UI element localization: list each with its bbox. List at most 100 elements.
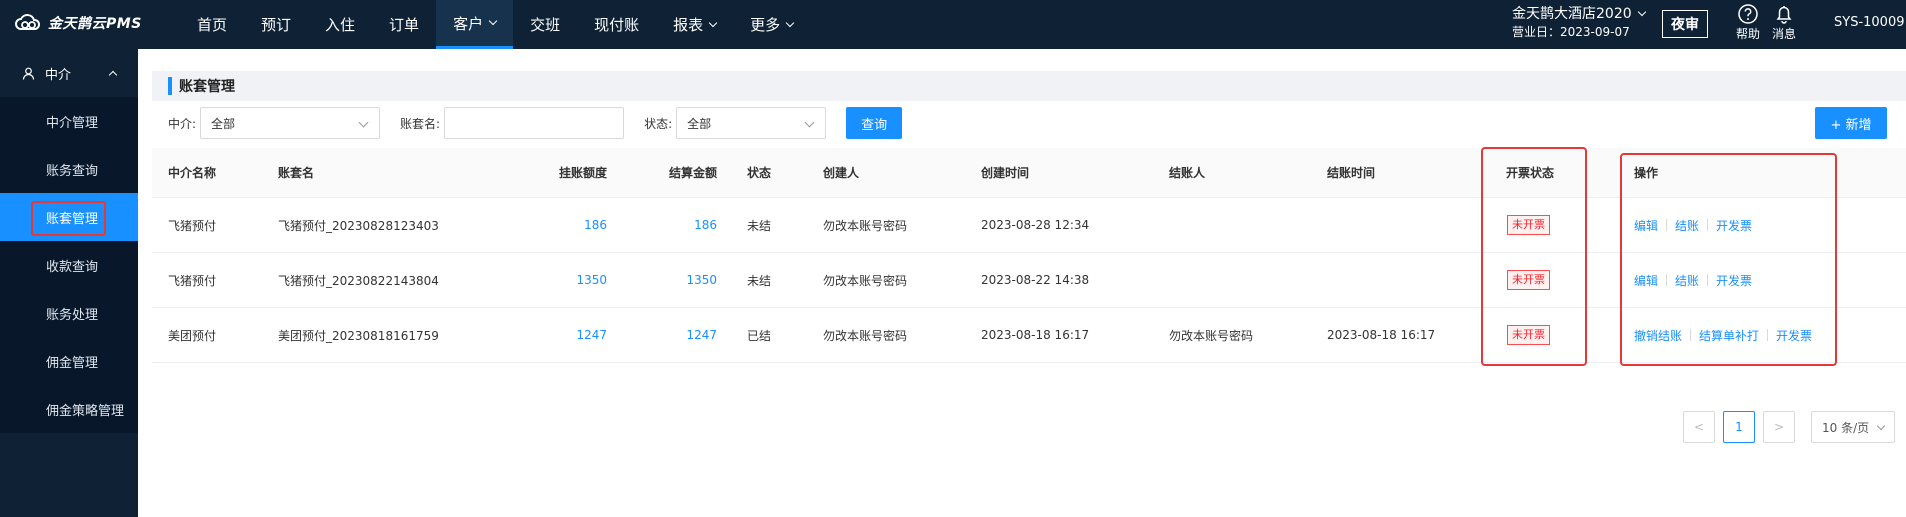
nav-customers[interactable]: 客户 <box>436 0 514 49</box>
next-page-button[interactable]: > <box>1763 411 1795 443</box>
cell-status: 已结 <box>747 328 772 343</box>
cell-settle[interactable]: 1247 <box>642 308 717 362</box>
cell-credit[interactable]: 1247 <box>532 308 607 362</box>
user-name: SYS-10009 <box>1834 15 1905 30</box>
chevron-down-icon <box>488 16 498 26</box>
app-logo[interactable]: 金天鹊云PMS <box>14 13 142 33</box>
sidebar-group-label: 中介 <box>45 67 72 83</box>
col-creator: 创建人 <box>823 166 860 180</box>
status-select-value: 全部 <box>687 116 712 131</box>
chevron-down-icon <box>785 18 795 27</box>
nav-label: 现付账 <box>594 16 640 34</box>
sidebar-item-commission-management[interactable]: 佣金管理 <box>0 337 138 385</box>
cell-credit[interactable]: 186 <box>532 198 607 252</box>
chevron-down-icon <box>358 117 369 128</box>
cell-account: 飞猪预付_20230822143804 <box>278 273 439 288</box>
nav-orders[interactable]: 订单 <box>372 0 436 49</box>
cell-credit[interactable]: 1350 <box>532 253 607 307</box>
page-title-bar: 账套管理 <box>152 71 1906 101</box>
cell-agent: 飞猪预付 <box>168 273 217 288</box>
cell-settle[interactable]: 186 <box>642 198 717 252</box>
nav-label: 更多 <box>750 16 781 34</box>
page-1-button[interactable]: 1 <box>1723 411 1755 443</box>
page-size-value: 10 条/页 <box>1822 420 1870 435</box>
account-name-input[interactable] <box>444 107 625 139</box>
col-closer: 结账人 <box>1169 166 1206 180</box>
nav-label: 订单 <box>389 16 420 34</box>
messages-label: 消息 <box>1772 27 1797 41</box>
col-created-time: 创建时间 <box>981 166 1030 180</box>
messages-button[interactable]: 消息 <box>1772 3 1796 42</box>
col-agent-name: 中介名称 <box>168 166 217 180</box>
highlight-box <box>31 201 106 236</box>
sidebar-item-label: 账务查询 <box>46 163 99 179</box>
chevron-down-icon <box>804 117 815 128</box>
nav-reports[interactable]: 报表 <box>656 0 733 49</box>
col-account-name: 账套名 <box>278 166 315 180</box>
hotel-name: 金天鹊大酒店2020 <box>1512 6 1632 22</box>
col-status: 状态 <box>747 166 772 180</box>
sidebar-item-commission-strategy[interactable]: 佣金策略管理 <box>0 385 138 433</box>
query-button[interactable]: 查询 <box>846 107 903 139</box>
cell-created: 2023-08-18 16:17 <box>981 328 1090 342</box>
cloud-logo-icon <box>15 14 41 30</box>
nav-label: 报表 <box>673 16 704 34</box>
agent-filter-label: 中介: <box>168 116 197 131</box>
top-navbar: 金天鹊云PMS 首页 预订 入住 订单 客户 交班 现付账 报表 更多 金天鹊大… <box>0 0 1906 49</box>
chevron-down-icon <box>708 18 718 27</box>
nav-more[interactable]: 更多 <box>733 0 810 49</box>
bell-icon <box>1776 6 1792 24</box>
add-button[interactable]: + 新增 <box>1815 107 1887 139</box>
nav-label: 入住 <box>325 16 356 34</box>
business-date: 营业日：2023-09-07 <box>1512 25 1630 39</box>
logo-text: 金天鹊云PMS <box>48 16 142 32</box>
cell-agent: 飞猪预付 <box>168 218 217 233</box>
filter-bar: 中介: 全部 账套名: 状态: 全部 查询 <box>168 107 903 139</box>
status-filter-label: 状态: <box>644 116 673 131</box>
prev-page-button[interactable]: < <box>1683 411 1715 443</box>
col-closed-time: 结账时间 <box>1327 166 1376 180</box>
user-menu[interactable]: SYS-10009 <box>1834 15 1906 30</box>
nav-booking[interactable]: 预订 <box>244 0 308 49</box>
chevron-down-icon <box>1637 7 1646 17</box>
cell-account: 飞猪预付_20230828123403 <box>278 218 439 233</box>
sidebar-group-agent[interactable]: 中介 <box>0 49 138 97</box>
nav-home[interactable]: 首页 <box>180 0 244 49</box>
cell-closer: 勿改本账号密码 <box>1169 328 1254 343</box>
sidebar: 中介 中介管理 账务查询 账套管理 收款查询 账务处理 佣金管理 佣金策略管理 <box>0 49 138 517</box>
title-accent <box>168 77 172 95</box>
agent-select[interactable]: 全部 <box>200 107 381 139</box>
sidebar-item-label: 中介管理 <box>46 115 99 131</box>
cell-account: 美团预付_20230818161759 <box>278 328 439 343</box>
chevron-down-icon <box>1876 421 1886 431</box>
user-icon <box>22 67 35 80</box>
sidebar-item-account-query[interactable]: 账务查询 <box>0 145 138 193</box>
page-size-select[interactable]: 10 条/页 <box>1811 411 1895 443</box>
nav-checkin[interactable]: 入住 <box>308 0 372 49</box>
nav-shift[interactable]: 交班 <box>513 0 577 49</box>
sidebar-item-account-processing[interactable]: 账务处理 <box>0 289 138 337</box>
nav-label: 交班 <box>530 16 561 34</box>
nav-cash-account[interactable]: 现付账 <box>577 0 656 49</box>
sidebar-item-agent-management[interactable]: 中介管理 <box>0 97 138 145</box>
account-filter-label: 账套名: <box>400 116 441 131</box>
cell-status: 未结 <box>747 273 772 288</box>
sidebar-item-label: 佣金策略管理 <box>46 403 125 419</box>
cell-agent: 美团预付 <box>168 328 217 343</box>
hotel-selector[interactable]: 金天鹊大酒店2020 营业日：2023-09-07 <box>1512 5 1646 41</box>
nav-label: 客户 <box>453 14 484 33</box>
help-icon <box>1738 4 1758 24</box>
help-button[interactable]: 帮助 <box>1736 3 1760 42</box>
sidebar-item-payment-query[interactable]: 收款查询 <box>0 241 138 289</box>
highlight-box <box>1620 153 1837 366</box>
agent-select-value: 全部 <box>211 116 236 131</box>
sidebar-item-label: 收款查询 <box>46 259 99 275</box>
cell-created: 2023-08-28 12:34 <box>981 218 1090 232</box>
page-title: 账套管理 <box>179 79 235 95</box>
sidebar-item-label: 账务处理 <box>46 307 99 323</box>
night-audit-button[interactable]: 夜审 <box>1662 10 1708 38</box>
sidebar-item-label: 佣金管理 <box>46 355 99 371</box>
status-select[interactable]: 全部 <box>676 107 827 139</box>
chevron-up-icon <box>108 70 118 79</box>
cell-settle[interactable]: 1350 <box>642 253 717 307</box>
